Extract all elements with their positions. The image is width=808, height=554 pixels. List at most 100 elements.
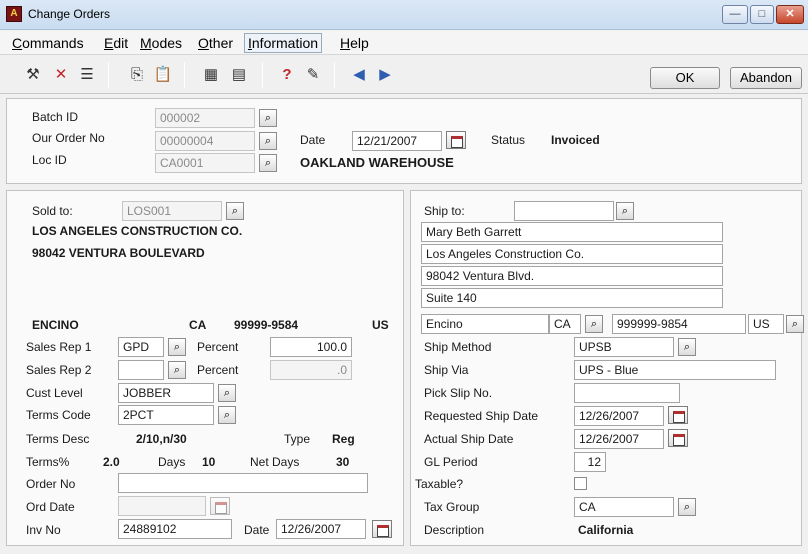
list-icon[interactable]: ☰ (76, 64, 98, 86)
cust-level-field[interactable]: JOBBER (118, 383, 214, 403)
calculator-icon[interactable]: ▦ (200, 64, 222, 86)
terms-desc-value: 2/10,n/30 (136, 432, 187, 446)
cust-level-label: Cust Level (26, 386, 83, 400)
tax-group-field[interactable]: CA (574, 497, 674, 517)
percent-label: Percent (197, 340, 239, 354)
type-value: Reg (332, 432, 355, 446)
req-ship-calendar-icon[interactable] (668, 406, 688, 424)
req-ship-date-label: Requested Ship Date (424, 409, 539, 423)
rep2-percent-field[interactable]: .0 (270, 360, 352, 380)
paste-icon[interactable]: 📋 (152, 64, 174, 86)
abandon-button[interactable]: Abandon (730, 67, 802, 89)
rep2-lookup-icon[interactable]: ⌕ (168, 361, 186, 379)
sold-to-country: US (372, 318, 389, 332)
ship-to-state-field[interactable]: CA (549, 314, 581, 334)
notes-icon[interactable]: ✎ (302, 64, 324, 86)
cust-level-lookup-icon[interactable]: ⌕ (218, 384, 236, 402)
inv-date-field[interactable]: 12/26/2007 (276, 519, 366, 539)
order-lookup-icon[interactable]: ⌕ (259, 132, 277, 150)
ship-to-code-field[interactable] (514, 201, 614, 221)
rep1-lookup-icon[interactable]: ⌕ (168, 338, 186, 356)
sales-rep1-label: Sales Rep 1 (26, 340, 92, 354)
ship-to-city-field[interactable]: Encino (421, 314, 549, 334)
gl-period-field[interactable]: 12 (574, 452, 606, 472)
order-date-field[interactable]: 12/21/2007 (352, 131, 442, 151)
tools-icon[interactable]: ⚒ (22, 64, 44, 86)
order-no-field[interactable]: 00000004 (155, 131, 255, 151)
sales-rep2-label: Sales Rep 2 (26, 363, 92, 377)
ok-button[interactable]: OK (650, 67, 720, 89)
batch-id-label: Batch ID (32, 110, 79, 124)
terms-code-label: Terms Code (26, 408, 91, 422)
tax-group-label: Tax Group (424, 500, 480, 514)
pick-slip-field[interactable] (574, 383, 680, 403)
ship-to-line3[interactable]: 98042 Ventura Blvd. (421, 266, 723, 286)
terms-lookup-icon[interactable]: ⌕ (218, 406, 236, 424)
ship-to-line2[interactable]: Los Angeles Construction Co. (421, 244, 723, 264)
app-icon: A (6, 6, 22, 22)
inv-date-label: Date (244, 523, 270, 537)
inv-date-calendar-icon[interactable] (372, 520, 392, 538)
loc-lookup-icon[interactable]: ⌕ (259, 154, 277, 172)
toolbar-separator (262, 62, 263, 88)
copy-icon[interactable]: ⎘ (126, 64, 148, 86)
sold-to-code-field[interactable]: LOS001 (122, 201, 222, 221)
title-bar (0, 0, 808, 30)
loc-id-field[interactable]: CA0001 (155, 153, 255, 173)
menu-modes[interactable]: Modes (140, 35, 182, 51)
forward-icon[interactable]: ▶ (374, 64, 396, 86)
inv-no-label: Inv No (26, 523, 61, 537)
menu-commands[interactable]: Commands (12, 35, 84, 51)
sold-to-lookup-icon[interactable]: ⌕ (226, 202, 244, 220)
ship-to-line4[interactable]: Suite 140 (421, 288, 723, 308)
net-days-value: 30 (336, 455, 350, 469)
menu-edit[interactable]: Edit (104, 35, 128, 51)
sold-to-zip: 99999-9584 (234, 318, 299, 332)
sales-rep2-field[interactable] (118, 360, 164, 380)
tax-group-lookup-icon[interactable]: ⌕ (678, 498, 696, 516)
ship-to-country-field[interactable]: US (748, 314, 784, 334)
menu-information[interactable]: Information (244, 33, 323, 53)
maximize-button[interactable]: □ (750, 5, 774, 24)
state-lookup-icon[interactable]: ⌕ (585, 315, 603, 333)
sold-to-name: LOS ANGELES CONSTRUCTION CO. (32, 224, 243, 238)
batch-lookup-icon[interactable]: ⌕ (259, 109, 277, 127)
terms-code-field[interactable]: 2PCT (118, 405, 214, 425)
days-value: 10 (202, 455, 216, 469)
delete-icon[interactable]: ✕ (50, 64, 72, 86)
ship-method-lookup-icon[interactable]: ⌕ (678, 338, 696, 356)
batch-id-field[interactable]: 000002 (155, 108, 255, 128)
ship-method-label: Ship Method (424, 340, 492, 354)
calendar-icon[interactable]: ▤ (228, 64, 250, 86)
sold-to-address: 98042 VENTURA BOULEVARD (32, 246, 205, 260)
ship-method-field[interactable]: UPSB (574, 337, 674, 357)
ord-date-calendar-icon[interactable] (210, 497, 230, 515)
days-label: Days (158, 455, 186, 469)
ship-to-lookup-icon[interactable]: ⌕ (616, 202, 634, 220)
description-value: California (578, 523, 634, 537)
ship-to-label: Ship to: (424, 204, 465, 218)
ord-date-field[interactable] (118, 496, 206, 516)
req-ship-date-field[interactable]: 12/26/2007 (574, 406, 664, 426)
minimize-button[interactable]: — (722, 5, 748, 24)
inv-no-field[interactable]: 24889102 (118, 519, 232, 539)
country-lookup-icon[interactable]: ⌕ (786, 315, 804, 333)
back-icon[interactable]: ◀ (348, 64, 370, 86)
act-ship-calendar-icon[interactable] (668, 429, 688, 447)
menu-other[interactable]: Other (198, 35, 233, 51)
close-button[interactable]: ✕ (776, 5, 804, 24)
ship-to-zip-field[interactable]: 999999-9854 (612, 314, 746, 334)
taxable-label: Taxable? (415, 477, 464, 491)
ship-via-label: Ship Via (424, 363, 469, 377)
ship-via-field[interactable]: UPS - Blue (574, 360, 776, 380)
ship-to-line1[interactable]: Mary Beth Garrett (421, 222, 723, 242)
help-icon[interactable]: ? (276, 64, 298, 86)
menu-help[interactable]: Help (340, 35, 369, 51)
toolbar-separator (184, 62, 185, 88)
taxable-checkbox[interactable] (574, 477, 587, 490)
sales-rep1-field[interactable]: GPD (118, 337, 164, 357)
act-ship-date-field[interactable]: 12/26/2007 (574, 429, 664, 449)
cust-order-no-field[interactable] (118, 473, 368, 493)
rep1-percent-field[interactable]: 100.0 (270, 337, 352, 357)
calendar-icon[interactable] (446, 131, 466, 149)
